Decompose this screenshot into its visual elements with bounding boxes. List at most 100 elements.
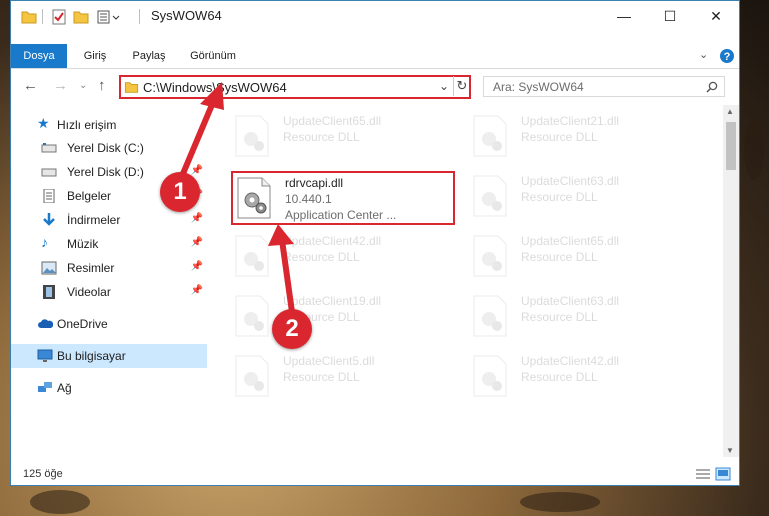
large-icons-view-icon[interactable] [715,467,731,481]
background-spot [520,492,600,512]
expand-ribbon-icon[interactable]: ⌄ [699,48,708,61]
pin-icon[interactable]: 📌 [191,213,203,224]
file-item[interactable]: UpdateClient19.dll Resource DLL [233,291,433,341]
scroll-down-icon[interactable]: ▼ [726,446,734,455]
file-name: UpdateClient42.dll [521,354,620,368]
cloud-icon [38,319,53,328]
computer-icon [37,349,53,362]
sidebar-item-label: Resimler [67,261,115,275]
address-bar[interactable]: C:\Windows\SysWOW64 ⌄ ↻ [119,75,471,99]
sidebar-item-music[interactable]: ♪ Müzik 📌 [11,232,207,256]
customize-toolbar-icon[interactable] [97,9,123,25]
search-input[interactable]: Ara: SysWOW64 [483,76,725,97]
dll-file-icon [473,115,507,157]
address-dropdown-icon[interactable]: ⌄ [439,79,449,93]
sidebar-item-this-pc[interactable]: Bu bilgisayar [11,344,207,368]
status-bar: 125 öğe [11,463,739,485]
sidebar-item-onedrive[interactable]: OneDrive [11,312,207,336]
file-type: Resource DLL [283,250,360,264]
file-item[interactable]: UpdateClient63.dll Resource DLL [471,291,671,341]
tab-view[interactable]: Görünüm [185,44,241,68]
background-spot [744,120,764,180]
file-name: UpdateClient21.dll [521,114,620,128]
window-title: SysWOW64 [151,8,222,23]
sidebar-item-label: Videolar [67,285,111,299]
forward-icon[interactable]: → [53,77,68,94]
documents-icon [43,189,55,203]
drive-icon [41,143,57,153]
maximize-button[interactable]: ☐ [647,1,693,31]
navigation-bar: ← → ⌄ ↑ C:\Windows\SysWOW64 ⌄ ↻ Ara: Sys… [11,71,739,103]
sidebar-item-label: Hızlı erişim [57,118,117,132]
properties-icon[interactable] [51,9,67,25]
explorer-window: SysWOW64 — ☐ ✕ Dosya Giriş Paylaş Görünü… [10,0,740,486]
vertical-scrollbar[interactable]: ▲ ▼ [723,105,739,457]
dll-file-icon [235,235,269,277]
pin-icon[interactable]: 📌 [191,237,203,248]
background-spot [30,490,90,514]
file-item[interactable]: UpdateClient42.dll Resource DLL [233,231,433,281]
star-icon: ★ [37,115,50,131]
pin-icon[interactable]: 📌 [191,285,203,296]
file-name: UpdateClient65.dll [521,234,620,248]
file-type: Resource DLL [521,370,598,384]
file-item[interactable]: UpdateClient65.dll Resource DLL [233,111,433,161]
file-item[interactable]: UpdateClient65.dll Resource DLL [471,231,671,281]
file-name: UpdateClient42.dll [283,234,382,248]
file-type: Resource DLL [283,130,360,144]
tab-home[interactable]: Giriş [77,44,113,68]
new-folder-icon[interactable] [73,9,89,25]
details-view-icon[interactable] [695,468,711,480]
minimize-button[interactable]: — [601,1,647,31]
callout-badge-1: 1 [160,172,200,212]
file-item[interactable]: UpdateClient21.dll Resource DLL [471,111,671,161]
pin-icon[interactable]: 📌 [191,165,203,176]
callout-badge-2: 2 [272,309,312,349]
scroll-thumb[interactable] [726,122,736,170]
sidebar-item-quick-access[interactable]: ★ Hızlı erişim [11,113,207,137]
sidebar-item-network[interactable]: Ağ [11,376,207,400]
file-item[interactable]: UpdateClient42.dll Resource DLL [471,351,671,401]
file-name: UpdateClient63.dll [521,294,620,308]
tab-file[interactable]: Dosya [11,44,67,68]
pictures-icon [41,261,57,275]
refresh-icon[interactable]: ↻ [453,76,470,96]
sidebar-item-videos[interactable]: Videolar 📌 [11,280,207,304]
file-list: UpdateClient21.dll Resource DLL UpdateCl… [211,105,721,457]
file-name: UpdateClient65.dll [283,114,382,128]
svg-text:?: ? [724,51,731,63]
file-type: Resource DLL [521,130,598,144]
help-icon[interactable]: ? [719,48,735,64]
sidebar-item-pictures[interactable]: Resimler 📌 [11,256,207,280]
search-placeholder: Ara: SysWOW64 [493,80,584,94]
music-icon: ♪ [41,234,48,250]
sidebar-item-label: Ağ [57,381,72,395]
up-icon[interactable]: ↑ [98,77,106,94]
sidebar-item-label: Yerel Disk (C:) [67,141,144,155]
file-name: UpdateClient63.dll [521,174,620,188]
file-item[interactable]: UpdateClient5.dll Resource DLL [233,351,433,401]
navigation-pane: ★ Hızlı erişim Yerel Disk (C:) Yerel Dis… [11,105,207,457]
scroll-up-icon[interactable]: ▲ [726,107,734,116]
ribbon-tabs: Dosya Giriş Paylaş Görünüm ⌄ ? [11,44,739,69]
tab-share[interactable]: Paylaş [127,44,171,68]
network-icon [38,382,52,392]
dll-file-icon [473,175,507,217]
close-button[interactable]: ✕ [693,1,739,31]
back-icon[interactable]: ← [23,77,38,94]
file-item[interactable]: UpdateClient63.dll Resource DLL [471,171,671,221]
sidebar-item-drive-c[interactable]: Yerel Disk (C:) [11,136,207,160]
dll-file-icon [235,355,269,397]
dll-file-icon [235,115,269,157]
pin-icon[interactable]: 📌 [191,261,203,272]
folder-icon [21,11,37,24]
drive-icon [41,168,57,177]
recent-locations-icon[interactable]: ⌄ [79,80,87,91]
title-bar: SysWOW64 — ☐ ✕ [11,1,739,31]
file-type: Resource DLL [521,250,598,264]
file-name: UpdateClient19.dll [283,294,382,308]
sidebar-item-label: OneDrive [57,317,108,331]
address-path: C:\Windows\SysWOW64 [143,80,287,95]
folder-icon [124,82,139,93]
selected-file-highlight [231,171,455,225]
